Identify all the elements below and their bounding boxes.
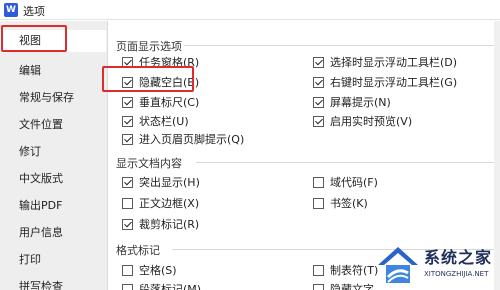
option-header-footer-hint[interactable]: 进入页眉页脚提示(Q) bbox=[122, 131, 244, 147]
option-task-pane[interactable]: 任务窗格(R) bbox=[122, 54, 199, 70]
option-label: 选择时显示浮动工具栏(D) bbox=[330, 56, 458, 69]
checkbox-bookmarks[interactable] bbox=[313, 197, 324, 209]
checkbox-tab-characters[interactable] bbox=[313, 264, 324, 276]
option-label: 任务窗格(R) bbox=[139, 56, 200, 69]
option-label: 书签(K) bbox=[330, 197, 368, 210]
option-label: 右键时显示浮动工具栏(G) bbox=[330, 76, 458, 89]
checkbox-hidden-text[interactable] bbox=[313, 283, 324, 290]
checkbox-paragraph-marks[interactable] bbox=[122, 283, 133, 290]
option-label: 制表符(T) bbox=[330, 264, 379, 277]
section-title-doc-content: 显示文档内容 bbox=[116, 157, 182, 170]
watermark-url: XITONGZHIJIA.NET bbox=[424, 270, 489, 278]
option-label: 域代码(F) bbox=[330, 176, 378, 189]
option-label: 隐藏空白(B) bbox=[139, 76, 200, 89]
checkbox-text-boundaries[interactable] bbox=[122, 197, 133, 209]
house-logo-icon bbox=[378, 247, 418, 283]
option-label: 垂直标尺(C) bbox=[139, 96, 200, 109]
checkbox-float-toolbar-select[interactable] bbox=[313, 56, 324, 68]
option-hidden-text[interactable]: 隐藏文字 bbox=[313, 281, 374, 290]
sidebar-item-chinese-layout[interactable]: 中文版式 bbox=[0, 168, 106, 190]
option-label: 空格(S) bbox=[139, 264, 177, 277]
option-text-boundaries[interactable]: 正文边框(X) bbox=[122, 195, 199, 211]
checkbox-status-bar[interactable] bbox=[122, 115, 133, 127]
sidebar-item-export-pdf[interactable]: 输出PDF bbox=[0, 195, 106, 217]
sidebar-item-edit[interactable]: 编辑 bbox=[0, 60, 106, 82]
section-divider bbox=[184, 45, 494, 46]
section-divider bbox=[196, 162, 494, 163]
option-bookmarks[interactable]: 书签(K) bbox=[313, 195, 368, 211]
section-title-format-marks: 格式标记 bbox=[116, 244, 160, 257]
option-label: 正文边框(X) bbox=[139, 197, 200, 210]
option-label: 启用实时预览(V) bbox=[330, 115, 413, 128]
option-label: 裁剪标记(R) bbox=[139, 218, 200, 231]
checkbox-hide-whitespace[interactable] bbox=[122, 76, 133, 88]
option-highlight[interactable]: 突出显示(H) bbox=[122, 174, 200, 190]
watermark: 系统之家 XITONGZHIJIA.NET bbox=[374, 241, 500, 290]
option-crop-marks[interactable]: 裁剪标记(R) bbox=[122, 216, 199, 232]
section-title-page-display: 页面显示选项 bbox=[116, 40, 182, 53]
checkbox-float-toolbar-rightclick[interactable] bbox=[313, 76, 324, 88]
option-paragraph-marks[interactable]: 段落标记(M) bbox=[122, 281, 201, 290]
option-live-preview[interactable]: 启用实时预览(V) bbox=[313, 113, 412, 129]
checkbox-crop-marks[interactable] bbox=[122, 218, 133, 230]
checkbox-screen-tips[interactable] bbox=[313, 96, 324, 108]
option-field-codes[interactable]: 域代码(F) bbox=[313, 174, 378, 190]
watermark-text: 系统之家 bbox=[424, 248, 493, 267]
option-status-bar[interactable]: 状态栏(U) bbox=[122, 113, 189, 129]
checkbox-field-codes[interactable] bbox=[313, 176, 324, 188]
option-label: 突出显示(H) bbox=[139, 176, 200, 189]
checkbox-live-preview[interactable] bbox=[313, 115, 324, 127]
sidebar-item-spell-check[interactable]: 拼写检查 bbox=[0, 276, 106, 290]
sidebar-item-file-location[interactable]: 文件位置 bbox=[0, 114, 106, 136]
option-hide-whitespace[interactable]: 隐藏空白(B) bbox=[122, 74, 199, 90]
sidebar-item-general-save[interactable]: 常规与保存 bbox=[0, 87, 106, 109]
option-tab-characters[interactable]: 制表符(T) bbox=[313, 262, 378, 278]
sidebar-item-print[interactable]: 打印 bbox=[0, 249, 106, 271]
checkbox-vertical-ruler[interactable] bbox=[122, 96, 133, 108]
option-float-toolbar-select[interactable]: 选择时显示浮动工具栏(D) bbox=[313, 54, 457, 70]
option-screen-tips[interactable]: 屏幕提示(N) bbox=[313, 94, 391, 110]
title-bar: W 选项 bbox=[0, 0, 500, 20]
option-float-toolbar-rightclick[interactable]: 右键时显示浮动工具栏(G) bbox=[313, 74, 457, 90]
checkbox-task-pane[interactable] bbox=[122, 56, 133, 68]
app-logo-icon: W bbox=[4, 3, 18, 17]
sidebar-item-revision[interactable]: 修订 bbox=[0, 141, 106, 163]
checkbox-spaces[interactable] bbox=[122, 264, 133, 276]
sidebar-item-view[interactable]: 视图 bbox=[0, 30, 106, 52]
checkbox-header-footer-hint[interactable] bbox=[122, 133, 133, 145]
option-label: 进入页眉页脚提示(Q) bbox=[139, 133, 245, 146]
option-label: 屏幕提示(N) bbox=[330, 96, 391, 109]
option-spaces[interactable]: 空格(S) bbox=[122, 262, 177, 278]
option-label: 段落标记(M) bbox=[139, 283, 202, 290]
window-title: 选项 bbox=[23, 5, 45, 18]
checkbox-highlight[interactable] bbox=[122, 176, 133, 188]
option-label: 状态栏(U) bbox=[139, 115, 189, 128]
sidebar-item-user-info[interactable]: 用户信息 bbox=[0, 222, 106, 244]
option-vertical-ruler[interactable]: 垂直标尺(C) bbox=[122, 94, 199, 110]
option-label: 隐藏文字 bbox=[330, 283, 374, 290]
